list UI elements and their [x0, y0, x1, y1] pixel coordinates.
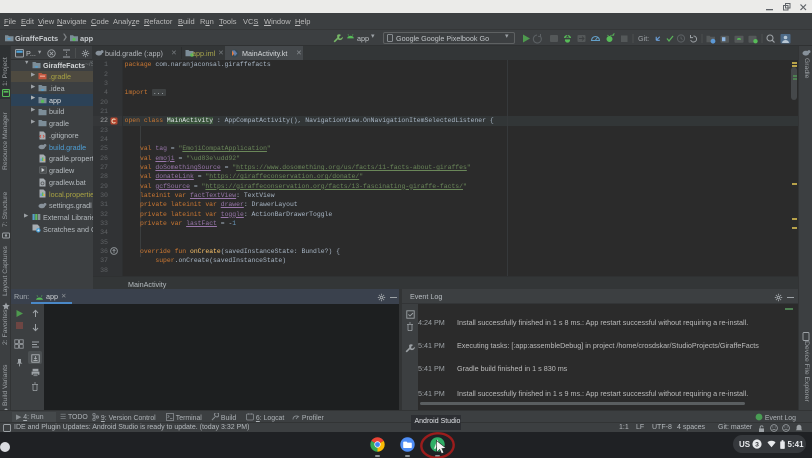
svg-text:3: 3 — [755, 442, 759, 449]
svg-text:Git:: Git: — [638, 34, 649, 43]
